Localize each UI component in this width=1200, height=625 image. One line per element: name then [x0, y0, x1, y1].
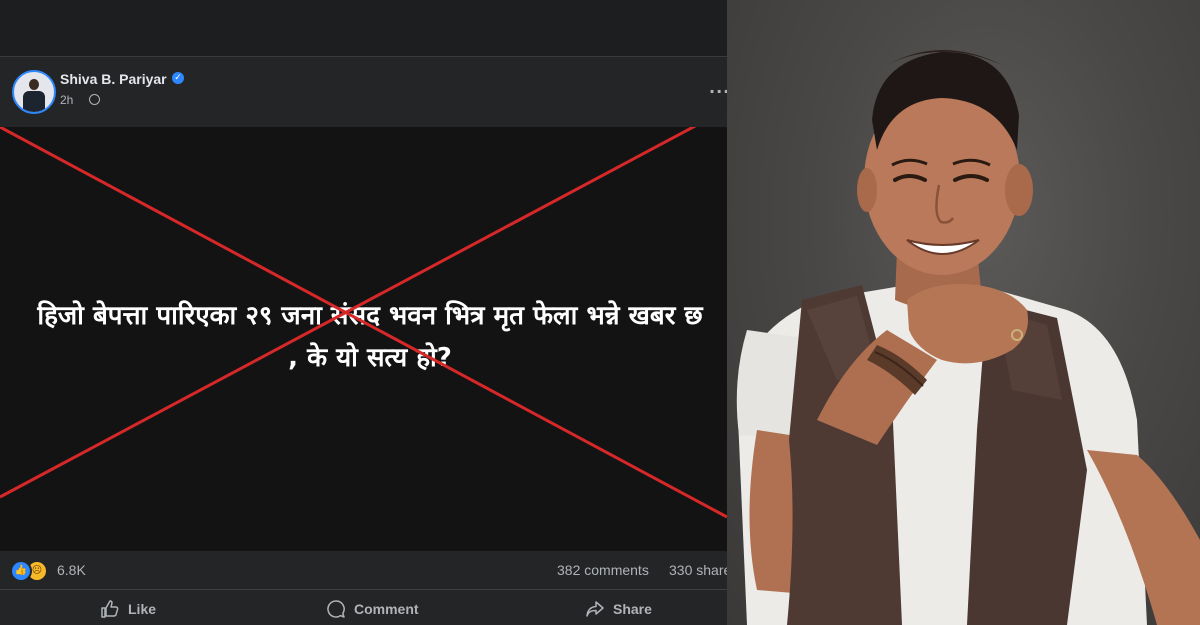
comment-count[interactable]: 382 comments — [557, 562, 649, 578]
top-strip — [0, 0, 727, 57]
verified-badge-icon: ✓ — [172, 72, 184, 84]
share-icon — [586, 601, 604, 617]
red-cross-mark — [0, 127, 727, 519]
comment-label: Comment — [354, 601, 419, 617]
post-image[interactable]: हिजो बेपत्ता पारिएका २९ जना संसद भवन भित… — [0, 127, 727, 551]
portrait-photo — [727, 0, 1200, 625]
more-options-button[interactable]: ... — [709, 78, 727, 97]
share-button[interactable]: Share — [585, 598, 652, 620]
post-header — [0, 57, 727, 127]
facebook-post: Shiva B. Pariyar ✓ 2h ... हिजो बेपत्ता प… — [0, 0, 727, 625]
like-button[interactable]: Like — [100, 598, 156, 620]
comment-button[interactable]: Comment — [326, 598, 419, 620]
post-time[interactable]: 2h — [60, 93, 73, 107]
author-name[interactable]: Shiva B. Pariyar — [60, 71, 167, 87]
share-label: Share — [613, 601, 652, 617]
portrait-illustration — [736, 50, 1200, 625]
avatar[interactable] — [12, 70, 56, 114]
reaction-count[interactable]: 6.8K — [57, 562, 86, 578]
comment-icon — [327, 600, 345, 618]
like-label: Like — [128, 601, 157, 617]
thumbs-up-icon — [101, 600, 119, 618]
globe-icon — [89, 94, 100, 105]
share-count[interactable]: 330 shares — [669, 562, 727, 578]
like-reaction-icon[interactable]: 👍 — [10, 560, 32, 582]
